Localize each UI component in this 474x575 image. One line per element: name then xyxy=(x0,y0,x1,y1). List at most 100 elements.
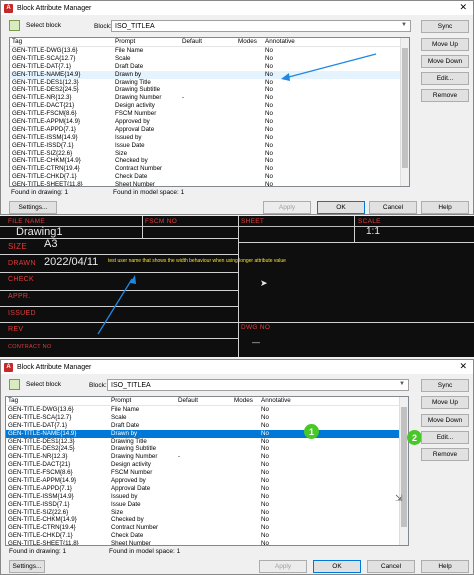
help-button[interactable]: Help xyxy=(421,560,469,573)
table-row[interactable]: GEN-TITLE-NR{12.3} Drawing Number - No xyxy=(6,453,408,461)
cell-annotative: No xyxy=(261,500,269,508)
table-row[interactable]: GEN-TITLE-ISSM{14.9} Issued by No xyxy=(10,134,409,142)
cell-modes xyxy=(236,134,263,142)
column-header-default[interactable]: Default xyxy=(180,38,236,46)
close-icon[interactable]: ✕ xyxy=(459,2,467,13)
column-header-default[interactable]: Default xyxy=(176,397,232,405)
table-row[interactable]: GEN-TITLE-DES2{24.5} Drawing Subtitle No xyxy=(6,445,408,453)
cell-tag: GEN-TITLE-SIZ{22.6} xyxy=(12,149,73,157)
column-header-prompt[interactable]: Prompt xyxy=(113,38,180,46)
cell-tag: GEN-TITLE-SIZ{22.6} xyxy=(8,508,69,516)
table-row[interactable]: GEN-TITLE-SHEET{11.8} Sheet Number No xyxy=(6,540,408,545)
table-row[interactable]: GEN-TITLE-SCA{12.7} Scale No xyxy=(6,414,408,422)
list-header[interactable]: Tag Prompt Default Modes Annotative xyxy=(10,38,409,47)
cell-modes xyxy=(232,524,259,532)
table-row[interactable]: GEN-TITLE-APPM{14.9} Approved by No xyxy=(6,477,408,485)
cell-default xyxy=(180,86,236,94)
table-row[interactable]: GEN-TITLE-SIZ{22.6} Size No xyxy=(10,150,409,158)
cell-annotative: No xyxy=(261,524,269,532)
column-header-annotative[interactable]: Annotative xyxy=(263,38,303,46)
edit-button[interactable]: Edit... xyxy=(421,72,469,85)
table-row[interactable]: GEN-TITLE-DWG{13.6} File Name No xyxy=(6,406,408,414)
sync-button[interactable]: Sync xyxy=(421,379,469,392)
move-down-button[interactable]: Move Down xyxy=(421,414,469,427)
column-header-modes[interactable]: Modes xyxy=(232,397,259,405)
table-row[interactable]: GEN-TITLE-CTRN{19.4} Contract Number No xyxy=(6,524,408,532)
table-row[interactable]: GEN-TITLE-CHKD{7.1} Check Date No xyxy=(10,173,409,181)
cell-default xyxy=(180,126,236,134)
table-row[interactable]: GEN-TITLE-CTRN{19.4} Contract Number No xyxy=(10,165,409,173)
apply-button[interactable]: Apply xyxy=(263,201,311,214)
block-combo[interactable]: ISO_TITLEA ▼ xyxy=(107,379,409,391)
sync-button[interactable]: Sync xyxy=(421,20,469,33)
apply-button[interactable]: Apply xyxy=(259,560,307,573)
close-icon[interactable]: ✕ xyxy=(459,361,467,372)
move-up-button[interactable]: Move Up xyxy=(421,38,469,51)
cell-modes xyxy=(236,173,263,181)
table-row[interactable]: GEN-TITLE-ISSD{7.1} Issue Date No xyxy=(6,501,408,509)
cancel-button[interactable]: Cancel xyxy=(369,201,417,214)
column-header-tag[interactable]: Tag xyxy=(6,397,109,405)
table-row[interactable]: GEN-TITLE-ISSD{7.1} Issue Date No xyxy=(10,142,409,150)
table-row[interactable]: GEN-TITLE-DES2{24.5} Drawing Subtitle No xyxy=(10,86,409,94)
table-row[interactable]: GEN-TITLE-APPD{7.1} Approval Date No xyxy=(10,126,409,134)
table-row[interactable]: GEN-TITLE-DAT{7.1} Draft Date No xyxy=(6,422,408,430)
help-button[interactable]: Help xyxy=(421,201,469,214)
select-block-row[interactable]: Select block xyxy=(9,20,61,31)
cell-modes xyxy=(232,438,259,446)
settings-button[interactable]: Settings... xyxy=(9,201,57,214)
table-row[interactable]: GEN-TITLE-SHEET{11.8} Sheet Number No xyxy=(10,181,409,186)
vertical-scrollbar[interactable] xyxy=(400,38,409,186)
file-name-label: FILE NAME xyxy=(8,218,46,225)
table-row[interactable]: GEN-TITLE-ISSM{14.9} Issued by No xyxy=(6,493,408,501)
column-header-prompt[interactable]: Prompt xyxy=(109,397,176,405)
cell-default xyxy=(180,150,236,158)
select-block-row[interactable]: Select block xyxy=(9,379,61,390)
table-row[interactable]: GEN-TITLE-CHKM{14.9} Checked by No xyxy=(6,516,408,524)
ok-button[interactable]: OK xyxy=(317,201,365,214)
table-row[interactable]: GEN-TITLE-CHKM{14.9} Checked by No xyxy=(10,157,409,165)
cad-title-block: FILE NAME Drawing1 FSCM NO SHEET SCALE 1… xyxy=(0,216,474,357)
table-row[interactable]: GEN-TITLE-FSCM{8.6} FSCM Number No xyxy=(10,110,409,118)
annotation-arrow-top xyxy=(281,53,377,81)
column-header-annotative[interactable]: Annotative xyxy=(259,397,299,405)
settings-button[interactable]: Settings... xyxy=(9,560,45,573)
edit-button[interactable]: Edit... xyxy=(421,431,469,444)
move-down-button[interactable]: Move Down xyxy=(421,55,469,68)
mouse-cursor-icon: ➤ xyxy=(260,278,268,288)
cell-modes xyxy=(232,540,259,545)
table-row[interactable]: GEN-TITLE-APPM{14.9} Approved by No xyxy=(10,118,409,126)
cell-modes xyxy=(232,414,259,422)
cell-tag: GEN-TITLE-CTRN{19.4} xyxy=(8,524,76,532)
found-in-drawing: Found in drawing: 1 xyxy=(11,189,69,196)
table-row[interactable]: GEN-TITLE-NAME{14.9} Drawn by No xyxy=(6,429,408,438)
cell-tag: GEN-TITLE-NR{12.3} xyxy=(8,453,68,461)
attribute-list-bottom[interactable]: Tag Prompt Default Modes Annotative GEN-TITL… xyxy=(5,396,409,546)
cell-default xyxy=(176,516,232,524)
table-row[interactable]: GEN-TITLE-FSCM{8.6} FSCM Number No xyxy=(6,469,408,477)
cell-default xyxy=(176,501,232,509)
table-row[interactable]: GEN-TITLE-DACT{21} Design activity No xyxy=(10,102,409,110)
cell-modes xyxy=(236,55,263,63)
move-up-button[interactable]: Move Up xyxy=(421,396,469,409)
select-block-icon[interactable] xyxy=(9,379,20,390)
table-row[interactable]: GEN-TITLE-DACT{21} Design activity No xyxy=(6,461,408,469)
ok-button[interactable]: OK xyxy=(313,560,361,573)
remove-button[interactable]: Remove xyxy=(421,89,469,102)
cell-modes xyxy=(232,532,259,540)
column-header-tag[interactable]: Tag xyxy=(10,38,113,46)
table-row[interactable]: GEN-TITLE-DES1{12.3} Drawing Title No xyxy=(6,438,408,446)
list-header[interactable]: Tag Prompt Default Modes Annotative xyxy=(6,397,408,406)
table-row[interactable]: GEN-TITLE-SIZ{22.6} Size No xyxy=(6,509,408,517)
block-combo[interactable]: ISO_TITLEA ▼ xyxy=(111,20,411,32)
vertical-scrollbar[interactable] xyxy=(399,397,408,545)
select-block-icon[interactable] xyxy=(9,20,20,31)
table-row[interactable]: GEN-TITLE-APPD{7.1} Approval Date No xyxy=(6,485,408,493)
table-row[interactable]: GEN-TITLE-NR{12.3} Drawing Number - No xyxy=(10,94,409,102)
table-row[interactable]: GEN-TITLE-CHKD{7.1} Check Date No xyxy=(6,532,408,540)
cell-default xyxy=(180,142,236,150)
column-header-modes[interactable]: Modes xyxy=(236,38,263,46)
cell-prompt: FSCM Number xyxy=(115,110,157,118)
remove-button[interactable]: Remove xyxy=(421,448,469,461)
cancel-button[interactable]: Cancel xyxy=(367,560,415,573)
